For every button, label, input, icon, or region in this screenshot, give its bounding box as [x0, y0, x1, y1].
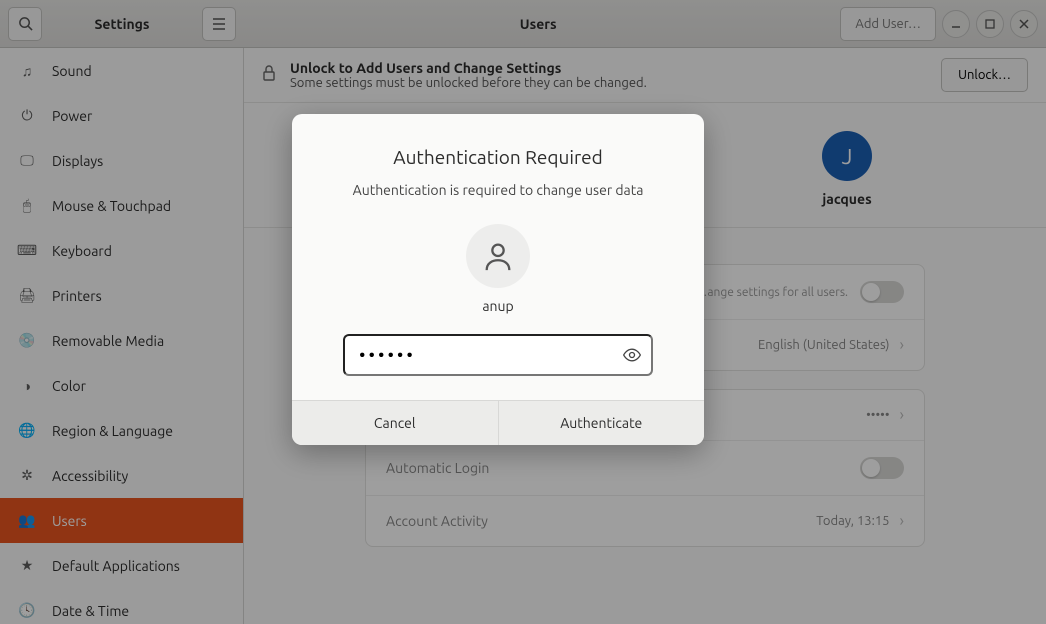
password-input[interactable] [343, 334, 653, 376]
person-icon [481, 239, 515, 273]
dialog-subtitle: Authentication is required to change use… [322, 182, 674, 198]
dialog-title: Authentication Required [322, 146, 674, 168]
dialog-buttons: Cancel Authenticate [292, 400, 704, 445]
reveal-password-button[interactable] [621, 344, 643, 366]
dialog-avatar [466, 224, 530, 288]
eye-icon [622, 345, 642, 365]
authenticate-button[interactable]: Authenticate [499, 401, 705, 445]
dialog-username: anup [322, 298, 674, 314]
auth-dialog: Authentication Required Authentication i… [292, 114, 704, 445]
password-input-wrap [343, 334, 653, 376]
dialog-body: Authentication Required Authentication i… [292, 114, 704, 400]
cancel-button[interactable]: Cancel [292, 401, 499, 445]
